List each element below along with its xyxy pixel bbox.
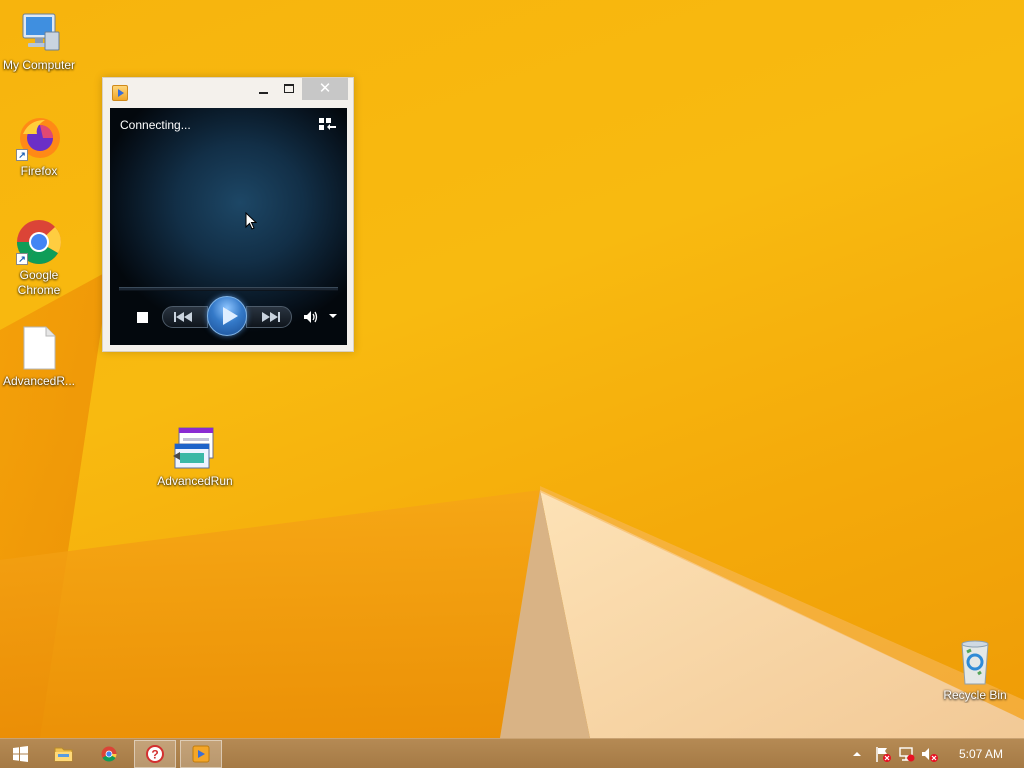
maximize-icon xyxy=(284,84,294,93)
play-button[interactable] xyxy=(207,296,247,336)
maximize-button[interactable] xyxy=(276,78,302,100)
shortcut-arrow-icon: ↗ xyxy=(16,149,28,161)
document-icon xyxy=(15,324,63,372)
file-explorer-icon xyxy=(54,747,73,762)
shortcut-arrow-icon: ↗ xyxy=(16,253,28,265)
minimize-button[interactable] xyxy=(250,78,276,100)
desktop-icon-recycle-bin[interactable]: Recycle Bin xyxy=(936,638,1014,703)
stop-button[interactable] xyxy=(137,312,148,323)
taskbar: ? 5:07 AM xyxy=(0,738,1024,768)
desktop-icon-advancedrun-file[interactable]: AdvancedR... xyxy=(0,324,78,389)
desktop-icon-label: AdvancedRun xyxy=(157,474,233,488)
chrome-icon: ↗ xyxy=(15,218,63,266)
close-icon: ✕ xyxy=(318,80,332,97)
desktop-icon-firefox[interactable]: ↗ Firefox xyxy=(0,114,78,179)
desktop-icon-label: My Computer xyxy=(2,58,76,72)
desktop-icon-my-computer[interactable]: My Computer xyxy=(0,8,78,73)
next-icon xyxy=(262,312,280,322)
taskbar-clock[interactable]: 5:07 AM xyxy=(950,747,1012,761)
start-icon xyxy=(13,746,28,762)
seek-bar[interactable] xyxy=(119,287,338,291)
recycle-bin-icon xyxy=(951,638,999,686)
taskbar-help[interactable]: ? xyxy=(134,740,176,768)
svg-text:?: ? xyxy=(151,748,158,762)
advancedrun-icon xyxy=(171,424,219,472)
status-text: Connecting... xyxy=(120,118,191,132)
taskbar-chrome[interactable] xyxy=(88,740,130,768)
next-button[interactable] xyxy=(246,306,292,328)
switch-to-library-icon[interactable] xyxy=(318,117,336,133)
firefox-icon: ↗ xyxy=(15,114,63,162)
taskbar-windows-media-player[interactable] xyxy=(180,740,222,768)
chrome-icon xyxy=(101,746,117,762)
previous-button[interactable] xyxy=(162,306,208,328)
close-button[interactable]: ✕ xyxy=(302,78,348,100)
desktop-icon-google-chrome[interactable]: ↗ Google Chrome xyxy=(0,218,78,298)
media-player-window[interactable]: ✕ Connecting... xyxy=(102,77,354,352)
desktop-icon-label: Firefox xyxy=(20,164,58,178)
volume-muted-icon[interactable] xyxy=(921,745,939,763)
media-player-titlebar[interactable]: ✕ xyxy=(103,78,353,106)
show-hidden-icons-icon[interactable] xyxy=(851,745,863,763)
desktop-icon-label: AdvancedR... xyxy=(2,374,76,388)
windows-media-player-icon xyxy=(192,745,210,763)
computer-icon xyxy=(15,8,63,56)
help-icon: ? xyxy=(146,745,164,763)
desktop-icon-advancedrun[interactable]: AdvancedRun xyxy=(156,424,234,489)
previous-icon xyxy=(174,312,192,322)
video-area[interactable]: Connecting... xyxy=(110,108,347,345)
desktop-icon-label: Recycle Bin xyxy=(943,688,1007,702)
minimize-icon xyxy=(258,92,268,94)
volume-icon[interactable] xyxy=(303,309,319,325)
start-button[interactable] xyxy=(0,740,40,768)
desktop-icon-label: Google Chrome xyxy=(17,268,61,297)
windows-media-player-icon xyxy=(112,85,128,101)
action-center-flag-icon[interactable] xyxy=(874,745,892,763)
volume-dropdown-arrow-icon[interactable] xyxy=(329,314,337,318)
taskbar-file-explorer[interactable] xyxy=(42,740,84,768)
network-icon[interactable] xyxy=(897,745,915,763)
mouse-cursor-icon xyxy=(245,212,257,230)
